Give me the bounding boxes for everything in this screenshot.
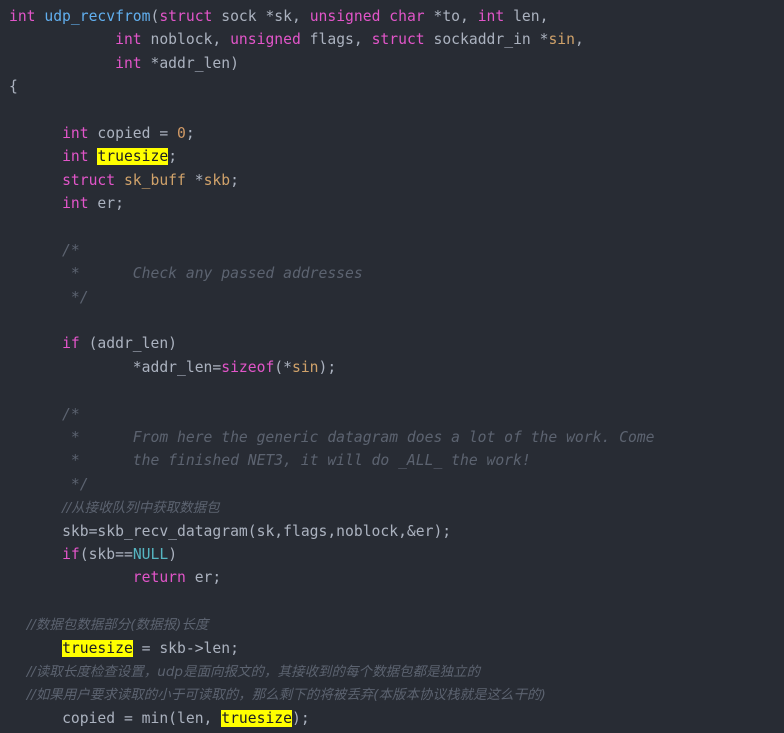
code-line-4: { bbox=[9, 75, 784, 98]
comment-cjk-recv-queue: //从接收队列中获取数据包 bbox=[62, 500, 220, 517]
keyword-int: int bbox=[62, 124, 89, 142]
code-line-31: copied = min(len, truesize); bbox=[62, 709, 310, 727]
code-content[interactable]: int udp_recvfrom(struct sock *sk, unsign… bbox=[0, 0, 784, 730]
code-line-3: int *addr_len) bbox=[115, 54, 239, 72]
code-line-1: int udp_recvfrom(struct sock *sk, unsign… bbox=[9, 8, 549, 25]
variable-sin: sin bbox=[291, 358, 319, 376]
keyword-struct: struct bbox=[62, 171, 116, 189]
code-line-7: int truesize; bbox=[62, 148, 178, 166]
number-literal-zero: 0 bbox=[177, 124, 186, 142]
variable-sin: sin bbox=[548, 31, 575, 49]
code-line-9: int er; bbox=[62, 195, 124, 213]
keyword-int: int bbox=[62, 195, 89, 213]
comment-generic-datagram-1: * From here the generic datagram does a … bbox=[9, 429, 655, 447]
code-line-11-comment: /* bbox=[9, 239, 784, 262]
keyword-struct: struct bbox=[159, 8, 213, 25]
code-line-2: int noblock, unsigned flags, struct sock… bbox=[115, 31, 584, 49]
code-line-12-comment: * Check any passed addresses bbox=[9, 262, 784, 285]
highlighted-term-truesize: truesize bbox=[97, 148, 169, 166]
keyword-if: if bbox=[62, 545, 80, 563]
keyword-char: char bbox=[389, 8, 425, 25]
keyword-unsigned: unsigned bbox=[230, 31, 301, 49]
keyword-if: if bbox=[62, 335, 80, 353]
type-sk-buff: sk_buff bbox=[123, 171, 186, 189]
comment-check-addresses: * Check any passed addresses bbox=[9, 265, 363, 283]
function-name-udp-recvfrom: udp_recvfrom bbox=[44, 8, 151, 25]
comment-block-close: */ bbox=[9, 288, 89, 306]
code-line-21-comment: */ bbox=[9, 473, 784, 496]
code-line-17-blank bbox=[9, 379, 784, 402]
code-line-18-comment: /* bbox=[9, 403, 784, 426]
code-line-20-comment: * the finished NET3, it will do _ALL_ th… bbox=[9, 449, 784, 472]
call-skb-recv-datagram: skb=skb_recv_datagram(sk,flags,noblock,&… bbox=[62, 522, 452, 540]
keyword-sizeof: sizeof bbox=[221, 358, 275, 376]
code-line-6: int copied = 0; bbox=[62, 124, 195, 142]
code-line-30-comment-cjk: //如果用户要求读取的小于可读取的，那么剩下的将被丢弃(本版本协议栈就是这么干的… bbox=[9, 683, 784, 706]
code-line-14-blank bbox=[9, 309, 784, 332]
keyword-return: return bbox=[132, 569, 186, 587]
code-line-15: if (addr_len) bbox=[62, 335, 178, 353]
highlighted-term-truesize: truesize bbox=[62, 639, 133, 657]
variable-skb: skb bbox=[203, 171, 231, 189]
highlighted-term-truesize: truesize bbox=[221, 709, 292, 727]
code-line-28: truesize = skb->len; bbox=[62, 639, 239, 657]
comment-cjk-discard-remainder: //如果用户要求读取的小于可读取的，那么剩下的将被丢弃(本版本协议栈就是这么干的… bbox=[26, 687, 546, 704]
keyword-int: int bbox=[115, 31, 142, 49]
comment-block-close: */ bbox=[9, 475, 89, 493]
comment-block-open: /* bbox=[9, 405, 80, 423]
keyword-int: int bbox=[477, 8, 505, 25]
code-line-5-blank bbox=[9, 99, 784, 122]
comment-block-open: /* bbox=[9, 241, 80, 259]
code-editor-pane[interactable]: int udp_recvfrom(struct sock *sk, unsign… bbox=[0, 0, 784, 733]
code-line-22-comment-cjk: //从接收队列中获取数据包 bbox=[9, 496, 784, 519]
open-brace: { bbox=[9, 78, 18, 96]
keyword-unsigned: unsigned bbox=[309, 8, 381, 25]
code-line-16: *addr_len=sizeof(*sin); bbox=[132, 358, 337, 376]
keyword-int: int bbox=[115, 54, 142, 72]
constant-null: NULL bbox=[132, 545, 169, 563]
code-line-23: skb=skb_recv_datagram(sk,flags,noblock,&… bbox=[9, 520, 784, 543]
code-line-27-comment-cjk: //数据包数据部分(数据报)长度 bbox=[9, 613, 784, 636]
code-line-26-blank bbox=[9, 590, 784, 613]
code-line-10-blank bbox=[9, 216, 784, 239]
code-line-19-comment: * From here the generic datagram does a … bbox=[9, 426, 784, 449]
comment-cjk-length-check: //读取长度检查设置，udp是面向报文的，其接收到的每个数据包都是独立的 bbox=[26, 663, 480, 680]
code-line-29-comment-cjk: //读取长度检查设置，udp是面向报文的，其接收到的每个数据包都是独立的 bbox=[9, 660, 784, 683]
code-line-25: return er; bbox=[132, 569, 222, 587]
comment-cjk-packet-length: //数据包数据部分(数据报)长度 bbox=[26, 617, 209, 634]
keyword-int: int bbox=[62, 148, 89, 166]
comment-generic-datagram-2: * the finished NET3, it will do _ALL_ th… bbox=[9, 452, 531, 470]
keyword-int: int bbox=[9, 8, 36, 25]
keyword-struct: struct bbox=[371, 31, 425, 49]
code-line-24: if(skb==NULL) bbox=[62, 545, 178, 563]
code-line-13-comment: */ bbox=[9, 286, 784, 309]
code-line-8: struct sk_buff *skb; bbox=[62, 171, 239, 189]
